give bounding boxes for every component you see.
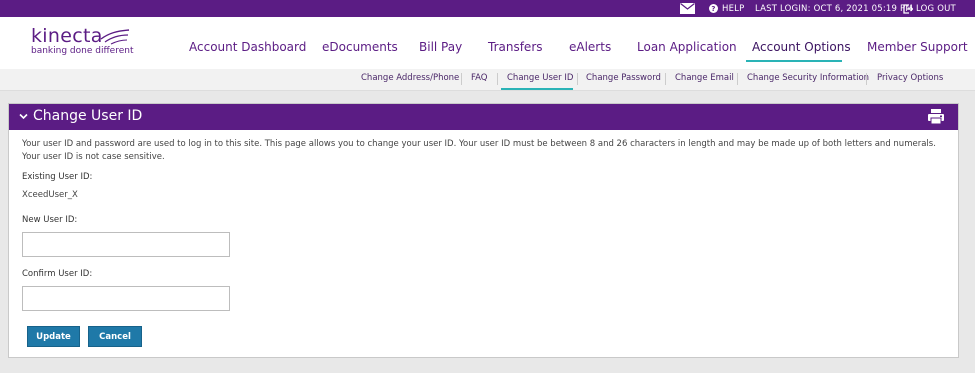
subnav-active-indicator [501,88,573,90]
nav-edocuments[interactable]: eDocuments [322,40,398,54]
update-button[interactable]: Update [27,326,80,347]
logout-icon [903,3,913,14]
nav-member-support[interactable]: Member Support [867,40,968,54]
subnav-divider [665,73,666,85]
nav-account-options[interactable]: Account Options [752,40,851,54]
existing-user-id-label: Existing User ID: [22,172,93,182]
subnav-divider [577,73,578,85]
confirm-user-id-input[interactable] [22,286,230,311]
change-user-id-panel: Change User ID Your user ID and password… [8,103,959,358]
mail-icon[interactable] [680,3,695,14]
logo-swoosh-icon [100,29,130,45]
confirm-user-id-label: Confirm User ID: [22,269,93,279]
subnav-privacy-options[interactable]: Privacy Options [877,73,943,83]
subnav-divider [866,73,867,85]
subnav-change-user-id[interactable]: Change User ID [507,73,573,83]
help-link[interactable]: ? HELP [709,0,744,17]
logout-label: LOG OUT [916,3,956,14]
nav-ealerts[interactable]: eAlerts [569,40,611,54]
nav-bill-pay[interactable]: Bill Pay [419,40,462,54]
logout-link[interactable]: LOG OUT [903,0,956,17]
new-user-id-label: New User ID: [22,215,78,225]
sub-nav: Change Address/Phone FAQ Change User ID … [0,69,975,91]
nav-active-indicator [746,60,842,62]
utility-bar: ? HELP LAST LOGIN: OCT 6, 2021 05:19 PM … [0,0,975,17]
brand-logo[interactable]: kinecta banking done different [31,25,133,56]
nav-transfers[interactable]: Transfers [488,40,543,54]
subnav-change-security-information[interactable]: Change Security Information [747,73,869,83]
help-label: HELP [722,3,745,14]
nav-account-dashboard[interactable]: Account Dashboard [189,40,306,54]
panel-header[interactable]: Change User ID [9,104,958,130]
subnav-divider [497,73,498,85]
subnav-divider [461,73,462,85]
site-header: kinecta banking done different Account D… [0,17,975,69]
subnav-faq[interactable]: FAQ [471,73,487,83]
last-login-text: LAST LOGIN: OCT 6, 2021 05:19 PM [755,3,913,14]
chevron-down-icon[interactable] [19,113,28,120]
cancel-button[interactable]: Cancel [88,326,142,347]
nav-loan-application[interactable]: Loan Application [637,40,737,54]
subnav-change-email[interactable]: Change Email [675,73,734,83]
existing-user-id-value: XceedUser_X [22,190,78,200]
new-user-id-input[interactable] [22,232,230,257]
subnav-change-password[interactable]: Change Password [586,73,661,83]
intro-text: Your user ID and password are used to lo… [22,139,936,162]
help-icon: ? [709,4,718,13]
panel-title: Change User ID [33,108,143,124]
print-icon[interactable] [927,108,945,125]
brand-tagline: banking done different [31,46,134,56]
subnav-divider [737,73,738,85]
subnav-change-address-phone[interactable]: Change Address/Phone [361,73,459,83]
